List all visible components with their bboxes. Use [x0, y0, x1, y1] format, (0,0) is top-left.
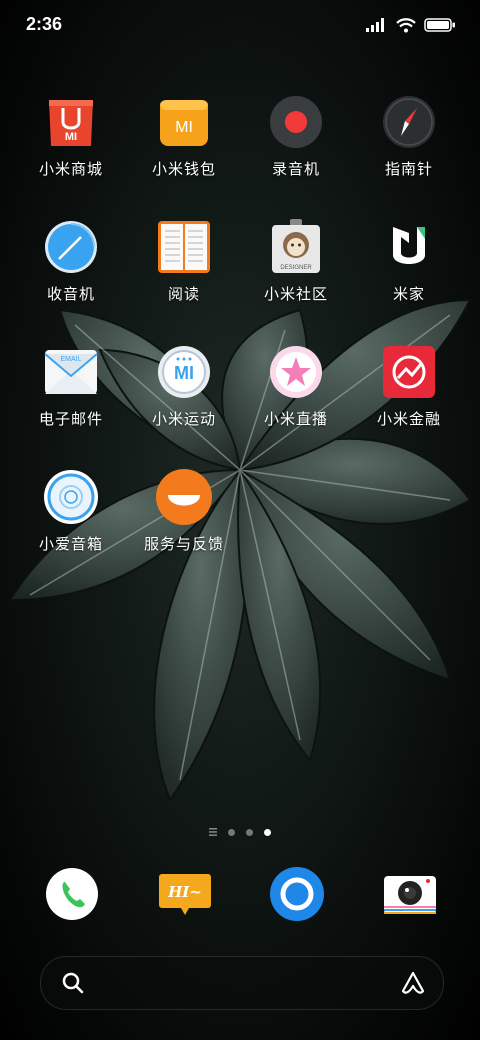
app-compass[interactable]: 指南针	[353, 94, 465, 179]
xiaoai-assistant-icon[interactable]	[399, 969, 427, 997]
compass-icon	[381, 94, 437, 150]
page-dot	[246, 828, 253, 836]
recorder-icon	[268, 94, 324, 150]
search-bar[interactable]	[40, 956, 444, 1010]
page-dot	[228, 828, 235, 836]
app-label: 录音机	[271, 160, 320, 178]
wifi-icon	[396, 17, 416, 32]
svg-text:MI: MI	[65, 131, 77, 143]
app-label: 阅读	[167, 285, 200, 303]
page-indicator[interactable]	[0, 828, 480, 836]
menu-lines-icon	[209, 828, 217, 836]
app-label: 小米钱包	[151, 160, 216, 178]
app-email[interactable]: EMAIL 电子邮件	[15, 344, 127, 429]
mijia-icon	[381, 219, 437, 275]
app-mijia[interactable]: 米家	[353, 219, 465, 304]
email-icon: EMAIL	[43, 344, 99, 400]
app-label: 小米商城	[38, 160, 103, 178]
search-icon	[62, 972, 84, 994]
browser-icon[interactable]	[269, 866, 325, 922]
battery-icon	[424, 18, 455, 32]
svg-text:HI~: HI~	[167, 883, 202, 901]
mi-fit-icon: MI	[156, 344, 212, 400]
svg-text:EMAIL: EMAIL	[60, 356, 81, 363]
app-mi-live[interactable]: 小米直播	[240, 344, 352, 429]
svg-text:DESIGNER: DESIGNER	[280, 265, 312, 271]
svg-text:MI: MI	[174, 363, 194, 383]
status-bar: 2:36	[0, 0, 480, 50]
messages-icon[interactable]: HI~	[157, 866, 213, 922]
signal-icon	[366, 18, 384, 32]
mi-store-icon: MI	[43, 94, 99, 150]
app-mi-fit[interactable]: MI 小米运动	[128, 344, 240, 429]
xiaoai-speaker-icon	[43, 469, 99, 525]
mi-live-icon	[268, 344, 324, 400]
app-mi-store[interactable]: MI 小米商城	[15, 94, 127, 179]
app-label: 小米社区	[263, 285, 328, 303]
app-label: 小米金融	[376, 410, 441, 428]
radio-icon	[43, 219, 99, 275]
app-mi-wallet[interactable]: MI 小米钱包	[128, 94, 240, 179]
app-label: 小米直播	[263, 410, 328, 428]
status-time: 2:36	[26, 14, 63, 34]
app-label: 米家	[392, 285, 425, 303]
page-dot-current	[264, 828, 271, 836]
mi-finance-icon	[381, 344, 437, 400]
camera-icon[interactable]	[382, 866, 438, 922]
reader-icon	[156, 219, 212, 275]
phone-icon[interactable]	[44, 866, 100, 922]
service-feedback-icon	[156, 469, 212, 525]
app-mi-finance[interactable]: 小米金融	[353, 344, 465, 429]
mi-wallet-icon: MI	[156, 94, 212, 150]
app-recorder[interactable]: 录音机	[240, 94, 352, 179]
app-mi-community[interactable]: DESIGNER 小米社区	[240, 219, 352, 304]
svg-text:MI: MI	[175, 119, 193, 136]
app-label: 收音机	[46, 285, 95, 303]
app-label: 指南针	[384, 160, 433, 178]
mi-community-icon: DESIGNER	[268, 219, 324, 275]
app-radio[interactable]: 收音机	[15, 219, 127, 304]
app-xiaoai-speaker[interactable]: 小爱音箱	[15, 469, 127, 554]
app-label: 电子邮件	[38, 410, 103, 428]
app-label: 小米运动	[151, 410, 216, 428]
app-label: 服务与反馈	[143, 535, 224, 553]
app-service-feedback[interactable]: 服务与反馈	[128, 469, 240, 554]
app-reader[interactable]: 阅读	[128, 219, 240, 304]
app-label: 小爱音箱	[38, 535, 103, 553]
